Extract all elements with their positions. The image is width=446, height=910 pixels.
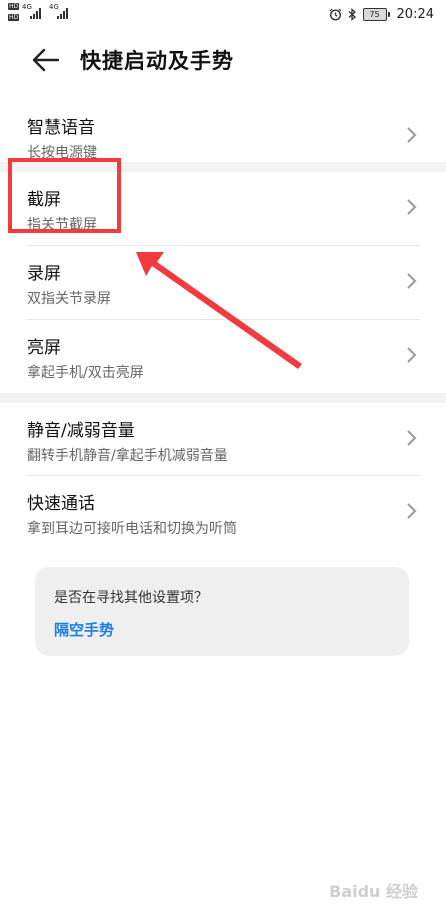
signal-icon-2 bbox=[57, 8, 68, 19]
highlight-box bbox=[8, 158, 121, 233]
chevron-right-icon bbox=[407, 273, 417, 289]
row-subtitle: 拿到耳边可接听电话和切换为听筒 bbox=[27, 521, 237, 537]
row-title: 快速通话 bbox=[27, 494, 95, 514]
row-title: 录屏 bbox=[27, 264, 61, 284]
bluetooth-icon bbox=[348, 7, 356, 21]
alarm-icon bbox=[329, 8, 341, 21]
status-bar: HD HD 4G 4G 75 20:24 bbox=[0, 0, 446, 28]
air-gesture-link[interactable]: 隔空手势 bbox=[54, 619, 114, 640]
row-subtitle: 双指关节录屏 bbox=[27, 291, 111, 307]
status-right: 75 20:24 bbox=[329, 5, 434, 23]
chevron-right-icon bbox=[407, 127, 417, 143]
row-title: 静音/减弱音量 bbox=[27, 421, 135, 441]
signal-icon bbox=[30, 8, 41, 19]
chevron-right-icon bbox=[407, 199, 417, 215]
header: 快捷启动及手势 bbox=[0, 36, 446, 84]
row-subtitle: 拿起手机/双击亮屏 bbox=[27, 365, 144, 381]
row-subtitle: 翻转手机静音/拿起手机减弱音量 bbox=[27, 448, 228, 464]
hint-question: 是否在寻找其他设置项？ bbox=[54, 590, 208, 606]
hint-card: 是否在寻找其他设置项？ 隔空手势 bbox=[35, 567, 409, 656]
settings-row-mute[interactable]: 静音/减弱音量 翻转手机静音/拿起手机减弱音量 bbox=[0, 403, 446, 475]
hd-badge-2: HD bbox=[8, 14, 20, 21]
chevron-right-icon bbox=[407, 503, 417, 519]
chevron-right-icon bbox=[407, 347, 417, 363]
watermark: Baidu 经验 bbox=[329, 882, 418, 901]
hd-badge-1: HD bbox=[8, 3, 20, 10]
network-status: HD HD 4G 4G bbox=[8, 3, 98, 25]
settings-row-quick-call[interactable]: 快速通话 拿到耳边可接听电话和切换为听筒 bbox=[0, 476, 446, 548]
status-time: 20:24 bbox=[396, 6, 434, 22]
page-title: 快捷启动及手势 bbox=[80, 49, 234, 73]
chevron-right-icon bbox=[407, 430, 417, 446]
row-title: 亮屏 bbox=[27, 338, 61, 358]
battery-icon: 75 bbox=[362, 7, 390, 21]
row-title: 智慧语音 bbox=[27, 118, 95, 138]
pointer-arrow-icon bbox=[136, 252, 302, 369]
section-gap bbox=[0, 393, 446, 403]
back-arrow-icon[interactable] bbox=[30, 46, 62, 74]
